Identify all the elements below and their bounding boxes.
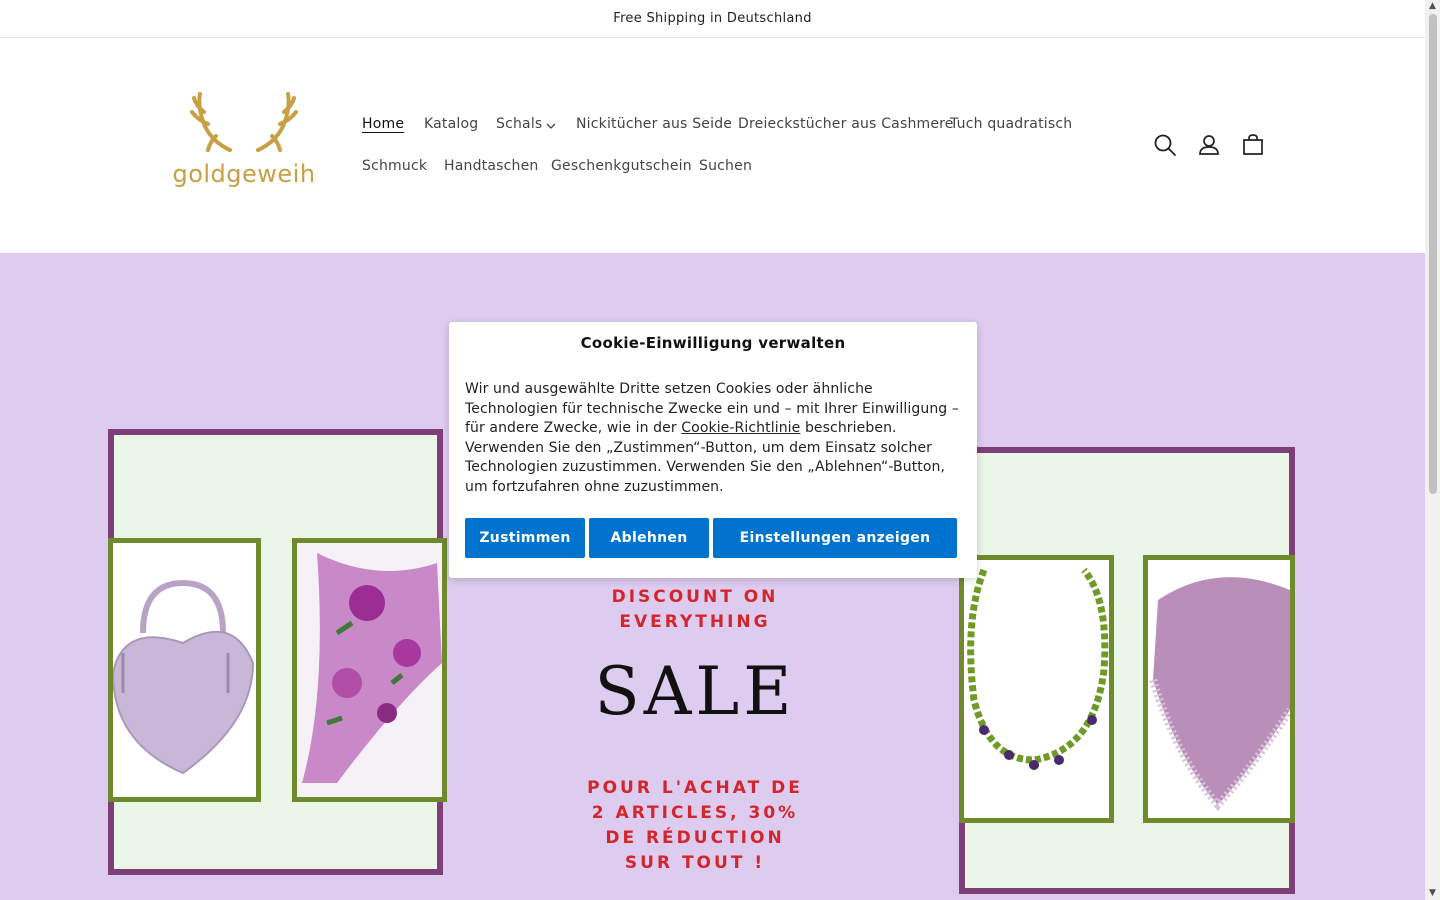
announcement-text: Free Shipping in Deutschland (613, 11, 812, 26)
necklace-image (959, 555, 1114, 823)
scarf-image (292, 538, 447, 802)
nav-suchen[interactable]: Suchen (699, 158, 752, 174)
nav-home[interactable]: Home (362, 116, 404, 132)
nav-tuch-quadratisch[interactable]: Tuch quadratisch (950, 116, 1072, 132)
scroll-down-arrow-icon[interactable]: ▼ (1428, 889, 1437, 898)
account-icon[interactable] (1195, 131, 1223, 159)
nav-schmuck[interactable]: Schmuck (362, 158, 427, 174)
shawl-image (1143, 555, 1295, 823)
left-product-frame (108, 429, 447, 875)
nav-dreieckstuecher[interactable]: Dreieckstücher aus Cashmere (738, 116, 954, 132)
nav-geschenkgutschein[interactable]: Geschenkgutschein (551, 158, 692, 174)
site-header: goldgeweih Home Katalog Schals Nickitüch… (0, 38, 1425, 253)
nav-katalog[interactable]: Katalog (424, 116, 478, 132)
french-promo-text: POUR L'ACHAT DE 2 ARTICLES, 30% DE RÉDUC… (570, 776, 820, 876)
show-settings-button[interactable]: Einstellungen anzeigen (713, 518, 957, 558)
nav-schals[interactable]: Schals (496, 116, 542, 132)
scrollbar[interactable]: ▲ ▼ (1425, 0, 1440, 900)
antler-logo-icon (190, 92, 298, 152)
reject-button[interactable]: Ablehnen (589, 518, 709, 558)
right-product-frame (959, 447, 1295, 894)
nav-nickituecher[interactable]: Nickitücher aus Seide (576, 116, 732, 132)
shawl-icon (1149, 577, 1290, 812)
discount-line-2: EVERYTHING (619, 612, 771, 632)
cookie-policy-link[interactable]: Cookie-Richtlinie (681, 420, 800, 436)
chevron-down-icon[interactable] (546, 121, 556, 131)
cookie-consent-dialog: Cookie-Einwilligung verwalten Wir und au… (449, 322, 977, 578)
promo-line-4: SUR TOUT ! (624, 853, 766, 873)
promo-line-2: 2 ARTICLES, 30% (591, 803, 799, 823)
discount-line-1: DISCOUNT ON (611, 587, 779, 607)
discount-heading: DISCOUNT ON EVERYTHING (590, 585, 800, 635)
cookie-text: Wir und ausgewählte Dritte setzen Cookie… (465, 380, 961, 497)
search-icon[interactable] (1151, 131, 1179, 159)
cart-icon[interactable] (1239, 131, 1267, 159)
nav-handtaschen[interactable]: Handtaschen (444, 158, 539, 174)
scroll-up-arrow-icon[interactable]: ▲ (1428, 2, 1437, 11)
sale-heading: SALE (594, 653, 796, 730)
logo[interactable]: goldgeweih (168, 90, 320, 198)
promo-line-1: POUR L'ACHAT DE (587, 778, 803, 798)
announcement-bar: Free Shipping in Deutschland (0, 0, 1425, 38)
scarf-icon (297, 543, 442, 797)
scroll-thumb[interactable] (1429, 14, 1437, 494)
handbag-image (108, 538, 261, 802)
cookie-title: Cookie-Einwilligung verwalten (580, 334, 846, 352)
necklace-icon (967, 567, 1109, 770)
handbag-icon (113, 579, 255, 775)
accept-button[interactable]: Zustimmen (465, 518, 585, 558)
logo-text: goldgeweih (172, 160, 316, 188)
promo-line-3: DE RÉDUCTION (605, 828, 785, 848)
